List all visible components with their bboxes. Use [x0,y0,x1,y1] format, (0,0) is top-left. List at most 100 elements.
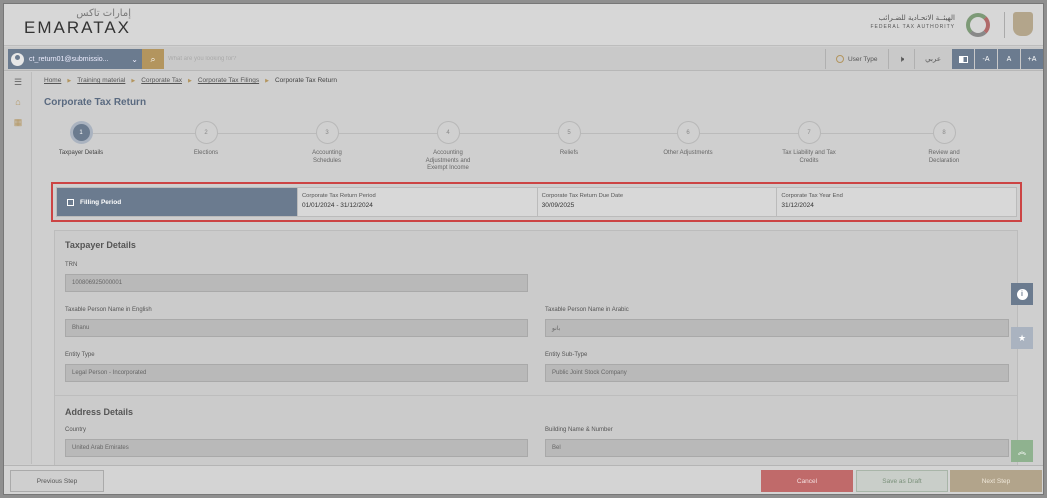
calendar-icon [67,198,74,206]
user-account-dropdown[interactable]: ct_return01@submissio... ⌄ [8,49,142,69]
next-step-button[interactable]: Next Step [950,470,1042,492]
trn-label: TRN [65,262,78,268]
step-circle: 4 [436,121,460,144]
user-type-icon [835,55,844,63]
step-circle: 2 [194,121,218,144]
breadcrumb-filings[interactable]: Corporate Tax Filings [198,77,259,84]
sidebar-item-home[interactable]: ⌂ [4,92,32,112]
step-label: Other Adjustments [663,150,713,156]
step-circle: 5 [557,121,581,144]
entity-type-field[interactable]: Legal Person - Incorporated [65,364,528,382]
step-accounting-schedules[interactable]: 3 Accounting Schedules [282,121,372,165]
filing-period-row: Filling Period Corporate Tax Return Peri… [56,187,1017,217]
language-toggle[interactable]: عربي [914,49,951,69]
return-period-value: 01/01/2024 - 31/12/2024 [302,202,373,209]
step-tax-liability[interactable]: 7 Tax Liability and Tax Credits [764,121,854,165]
name-en-label: Taxable Person Name in English [65,307,152,313]
year-end-label: Corporate Tax Year End [781,193,843,199]
step-other-adjustments[interactable]: 6 Other Adjustments [643,121,733,158]
cancel-button[interactable]: Cancel [761,470,853,492]
logo-english: EMARATAX [24,18,131,37]
scroll-top-button[interactable]: ︽ [1011,440,1033,462]
menu-toggle-button[interactable]: ☰ [4,72,32,92]
country-field-group: Country United Arab Emirates [65,427,528,457]
sidebar: ☰ ⌂ ▦ [4,72,32,464]
font-normal-button[interactable]: A [998,49,1020,69]
user-type-label: User Type [847,55,878,63]
step-circle: 6 [676,121,700,144]
breadcrumb-corporate-tax[interactable]: Corporate Tax [141,77,182,84]
search-input[interactable] [168,51,548,67]
page-title: Corporate Tax Return [44,97,147,108]
app-frame: إمارات تاكس EMARATAX الهيئــة الاتحـادية… [3,3,1044,495]
save-draft-button[interactable]: Save as Draft [856,470,948,492]
font-decrease-button[interactable]: -A [975,49,997,69]
fta-english: FEDERAL TAX AUTHORITY [870,24,955,30]
due-date-cell: Corporate Tax Return Due Date 30/09/2025 [536,188,777,216]
step-reliefs[interactable]: 5 Reliefs [524,121,614,158]
breadcrumb-separator-icon: ▶ [131,77,136,84]
step-circle: 7 [797,121,821,144]
font-increase-button[interactable]: +A [1021,49,1043,69]
breadcrumb-training[interactable]: Training material [77,77,125,84]
emaratax-logo[interactable]: إمارات تاكس EMARATAX [24,8,131,38]
sidebar-item-dashboard[interactable]: ▦ [4,112,32,132]
breadcrumb-separator-icon: ▶ [67,77,72,84]
favorite-button[interactable]: ★ [1011,327,1033,349]
name-ar-label: Taxable Person Name in Arabic [545,307,629,313]
speaker-button[interactable]: 🕨 [887,49,915,69]
building-label: Building Name & Number [545,427,613,433]
app-header: إمارات تاكس EMARATAX الهيئــة الاتحـادية… [4,4,1043,46]
step-circle: 8 [932,121,956,144]
name-ar-field[interactable]: بانو [545,319,1009,337]
search-button[interactable]: ⌕ [142,49,164,69]
building-field[interactable]: Bel [545,439,1009,457]
home-icon: ⌂ [15,97,21,107]
building-field-group: Building Name & Number Bel [545,427,1009,457]
uae-emblem-icon [1013,12,1033,36]
previous-step-button[interactable]: Previous Step [10,470,104,492]
step-label: Reliefs [559,150,579,156]
section-title-taxpayer: Taxpayer Details [65,240,136,250]
step-review-declaration[interactable]: 8 Review and Declaration [899,121,989,165]
speaker-icon: 🕨 [898,53,905,64]
step-label: Taxpayer Details [58,150,104,156]
step-circle: 3 [315,121,339,144]
header-divider [1004,12,1005,38]
fta-arabic: الهيئــة الاتحـادية للضـرائب [878,14,955,22]
year-end-cell: Corporate Tax Year End 31/12/2024 [776,188,1016,216]
filing-period-panel: Filling Period Corporate Tax Return Peri… [51,182,1022,222]
name-ar-field-group: Taxable Person Name in Arabic بانو [545,307,1009,337]
step-accounting-adjustments[interactable]: 4 Accounting Adjustments and Exempt Inco… [403,121,493,173]
breadcrumb-home[interactable]: Home [44,77,61,84]
filing-period-header: Filling Period [57,188,297,216]
section-divider [55,395,1017,396]
step-label: Tax Liability and Tax Credits [782,150,836,164]
name-en-field[interactable]: Bhanu [65,319,528,337]
due-date-value: 30/09/2025 [541,202,575,209]
contrast-icon [958,55,968,63]
user-type-button[interactable]: User Type [824,49,888,69]
progress-stepper: 1 Taxpayer Details 2 Elections 3 Account… [44,121,1004,181]
step-label: Accounting Schedules [312,150,342,164]
info-icon: i [1016,288,1028,300]
step-circle: 1 [69,121,93,144]
entity-type-field-group: Entity Type Legal Person - Incorporated [65,352,528,382]
double-chevron-up-icon: ︽ [1018,446,1026,456]
trn-field[interactable]: 100806925000001 [65,274,528,292]
footer-actions: Previous Step Cancel Save as Draft Next … [4,465,1043,494]
entity-subtype-field[interactable]: Public Joint Stock Company [545,364,1009,382]
entity-subtype-label: Entity Sub-Type [545,352,588,358]
step-label: Accounting Adjustments and Exempt Income [425,150,471,171]
hamburger-icon: ☰ [13,76,23,87]
contrast-button[interactable] [952,49,974,69]
trn-field-group: TRN 100806925000001 [65,262,528,292]
return-period-cell: Corporate Tax Return Period 01/01/2024 -… [297,188,537,216]
breadcrumb: Home ▶ Training material ▶ Corporate Tax… [44,77,337,84]
info-button[interactable]: i [1011,283,1033,305]
step-elections[interactable]: 2 Elections [161,121,251,158]
step-taxpayer-details[interactable]: 1 Taxpayer Details [36,121,126,158]
section-title-address: Address Details [65,407,134,417]
country-field[interactable]: United Arab Emirates [65,439,528,457]
fta-logo-icon [966,13,990,37]
